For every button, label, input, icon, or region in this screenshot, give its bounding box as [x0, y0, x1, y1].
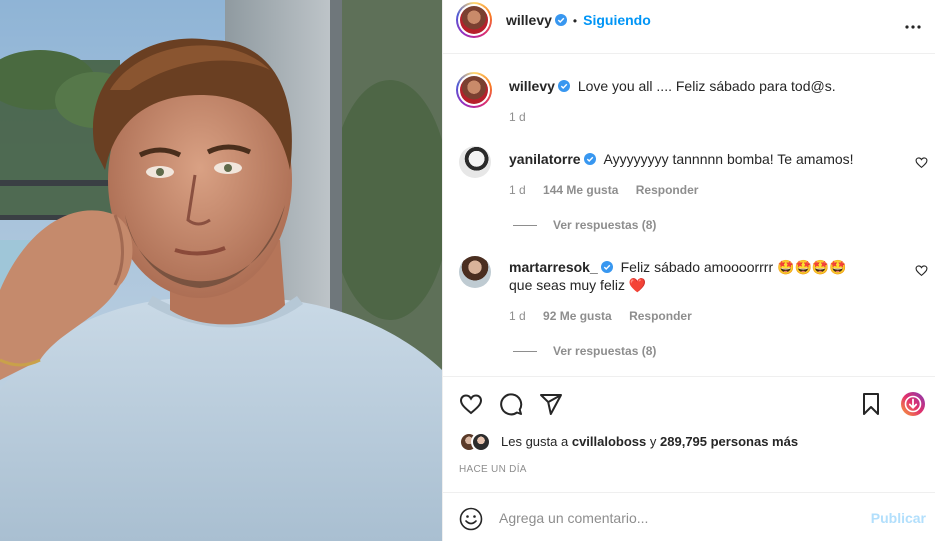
likes-connector: y	[649, 434, 657, 449]
likes-prefix: Les gusta a	[501, 434, 569, 449]
post-details-pane: willevy • Siguiendo willevy Love you all .…	[442, 0, 935, 541]
caption: willevy Love you all .... Feliz sábado p…	[509, 78, 836, 94]
likes-count[interactable]: 289,795 personas más	[660, 434, 798, 449]
author-avatar[interactable]	[456, 2, 492, 38]
caption-avatar[interactable]	[456, 72, 492, 108]
reply-button[interactable]: Responder	[636, 183, 699, 197]
bookmark-icon[interactable]	[859, 392, 883, 416]
header-separator: •	[572, 14, 578, 28]
following-button[interactable]: Siguiendo	[583, 12, 651, 28]
comment-text: Ayyyyyyyy tannnnn bomba! Te amamos!	[603, 151, 854, 167]
likes-text[interactable]: Les gusta a cvillaloboss y 289,795 perso…	[501, 434, 798, 449]
comment-meta: 1 d 144 Me gusta Responder	[509, 183, 698, 197]
comment-username[interactable]: yanilatorre	[509, 151, 581, 167]
selfie-image	[0, 0, 442, 541]
comment-composer: Publicar	[443, 492, 935, 541]
comment-item: martarresok_ Feliz sábado amoooorrrr 🤩🤩🤩…	[509, 258, 869, 294]
share-icon[interactable]	[539, 392, 563, 416]
verified-icon	[600, 261, 613, 273]
likes-user[interactable]: cvillaloboss	[572, 434, 646, 449]
comment-time: 1 d	[509, 183, 526, 197]
comment-icon[interactable]	[499, 392, 523, 416]
caption-text: Love you all .... Feliz sábado para tod@…	[577, 78, 836, 94]
comment-item: yanilatorre Ayyyyyyyy tannnnn bomba! Te …	[509, 150, 889, 168]
post-header: willevy • Siguiendo	[443, 0, 935, 54]
likes-summary: Les gusta a cvillaloboss y 289,795 perso…	[459, 430, 899, 454]
post-timestamp[interactable]: HACE UN DÍA	[459, 464, 527, 475]
heart-icon[interactable]	[459, 392, 483, 416]
comment-username[interactable]: martarresok_	[509, 259, 598, 275]
caption-username[interactable]: willevy	[509, 78, 555, 94]
comment-likes[interactable]: 92 Me gusta	[543, 309, 612, 323]
comment-meta: 1 d 92 Me gusta Responder	[509, 309, 692, 323]
view-replies-label: Ver respuestas (8)	[553, 218, 657, 232]
comment-likes[interactable]: 144 Me gusta	[543, 183, 618, 197]
instagram-post: willevy • Siguiendo willevy Love you all .…	[0, 0, 935, 541]
commenter-avatar[interactable]	[459, 256, 491, 288]
boost-icon[interactable]	[901, 392, 925, 416]
reply-button[interactable]: Responder	[629, 309, 692, 323]
caption-time: 1 d	[509, 110, 526, 124]
comment-input[interactable]	[499, 505, 859, 531]
publish-button[interactable]: Publicar	[871, 510, 926, 526]
emoji-icon[interactable]	[459, 507, 483, 531]
verified-icon	[554, 14, 567, 26]
verified-icon	[583, 153, 596, 165]
view-replies-label: Ver respuestas (8)	[553, 344, 657, 358]
commenter-avatar[interactable]	[459, 146, 491, 178]
post-photo[interactable]	[0, 0, 442, 541]
replies-divider	[513, 225, 537, 227]
verified-icon	[557, 80, 570, 92]
more-icon[interactable]	[904, 18, 922, 36]
header-user-line: willevy • Siguiendo	[506, 12, 651, 28]
replies-divider	[513, 351, 537, 353]
view-replies-button[interactable]: Ver respuestas (8)	[513, 218, 656, 232]
comment-time: 1 d	[509, 309, 526, 323]
view-replies-button[interactable]: Ver respuestas (8)	[513, 344, 656, 358]
action-bar	[443, 376, 935, 430]
liker-avatar	[471, 432, 491, 452]
comment-heart-icon[interactable]	[915, 156, 928, 169]
comment-heart-icon[interactable]	[915, 264, 928, 277]
header-username[interactable]: willevy	[506, 12, 552, 28]
